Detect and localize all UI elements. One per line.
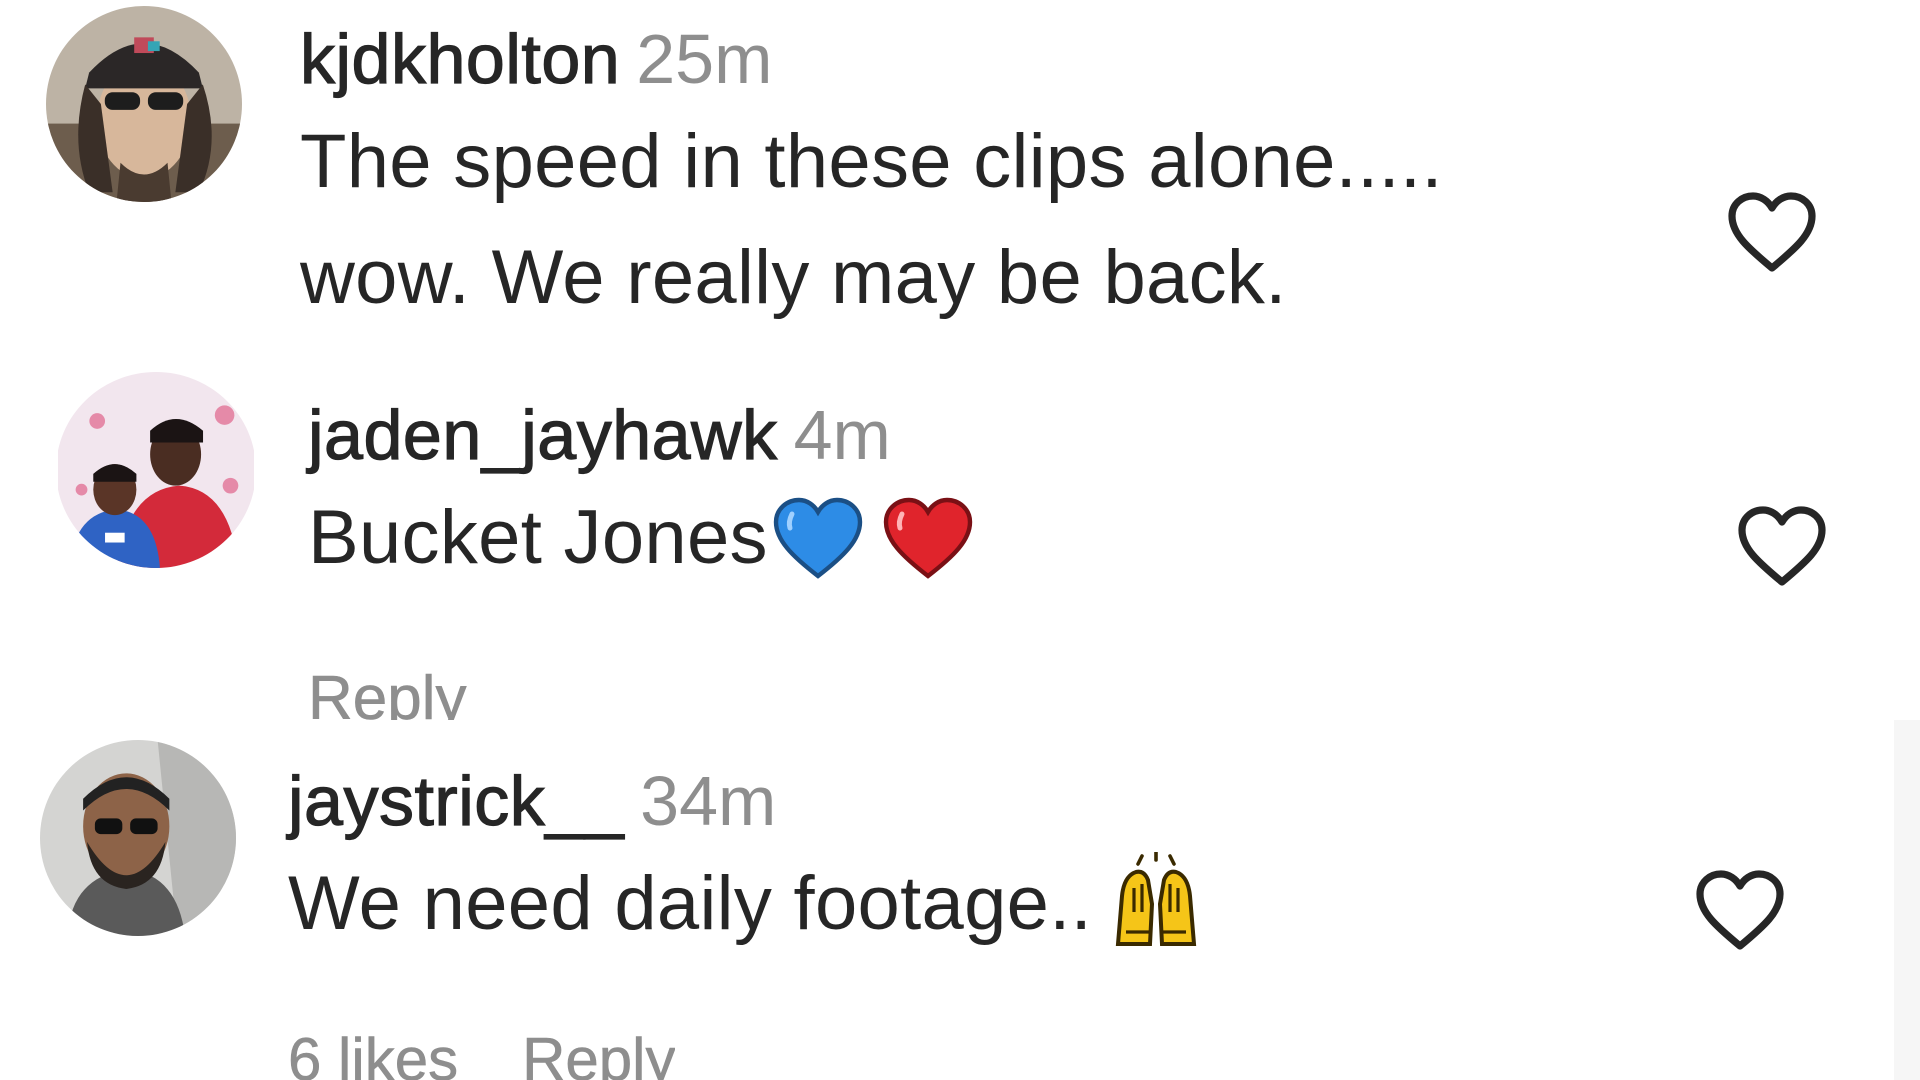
comment-timestamp: 25m — [636, 20, 773, 98]
reply-button[interactable]: Reply — [522, 1030, 676, 1080]
comment-text-line: The speed in these clips alone..... — [300, 119, 1443, 204]
comment-timestamp: 34m — [640, 762, 777, 840]
heart-outline-icon — [1738, 506, 1826, 586]
reply-button[interactable]: Reply — [308, 668, 467, 720]
like-button[interactable] — [1724, 188, 1820, 276]
raising-hands-icon — [1106, 850, 1206, 952]
scrollbar-track[interactable] — [1894, 720, 1920, 1080]
likes-count[interactable]: 6 likes — [288, 1030, 458, 1080]
comments-list: kjdkholton 25m The speed in these clips a… — [0, 0, 1920, 1080]
comment-timestamp: 4m — [793, 396, 891, 474]
comment-username[interactable]: jaystrick__ — [287, 762, 624, 840]
comments-screen: kjdkholton 25m The speed in these clips a… — [0, 0, 1920, 1080]
comment-text-content: Bucket Jones — [308, 495, 768, 580]
heart-outline-icon — [1728, 192, 1816, 272]
comment-actions: 6 likes Reply — [288, 1030, 675, 1080]
comment-actions: Reply — [308, 668, 467, 720]
comment-username[interactable]: jaden_jayhawk — [307, 396, 777, 474]
blue-heart-icon — [770, 494, 866, 582]
red-heart-icon — [880, 494, 976, 582]
comment-text: We need daily footage.. — [288, 846, 1206, 962]
heart-outline-icon — [1696, 870, 1784, 950]
avatar[interactable] — [46, 6, 242, 202]
like-button[interactable] — [1734, 502, 1830, 590]
avatar[interactable] — [40, 740, 236, 936]
avatar[interactable] — [56, 372, 256, 568]
avatar-photo-two-people — [58, 372, 254, 568]
comment-text-line: wow. We really may be back. — [300, 235, 1287, 320]
comment-username[interactable]: kjdkholton — [299, 20, 620, 98]
comment-text: Bucket Jones — [308, 480, 976, 596]
avatar-photo-bearded-man — [40, 740, 236, 936]
avatar-photo-sunglasses-cap — [46, 6, 242, 202]
comment-text: The speed in these clips alone..... wow.… — [300, 104, 1443, 336]
like-button[interactable] — [1692, 866, 1788, 954]
comment-text-content: We need daily footage.. — [288, 861, 1093, 946]
